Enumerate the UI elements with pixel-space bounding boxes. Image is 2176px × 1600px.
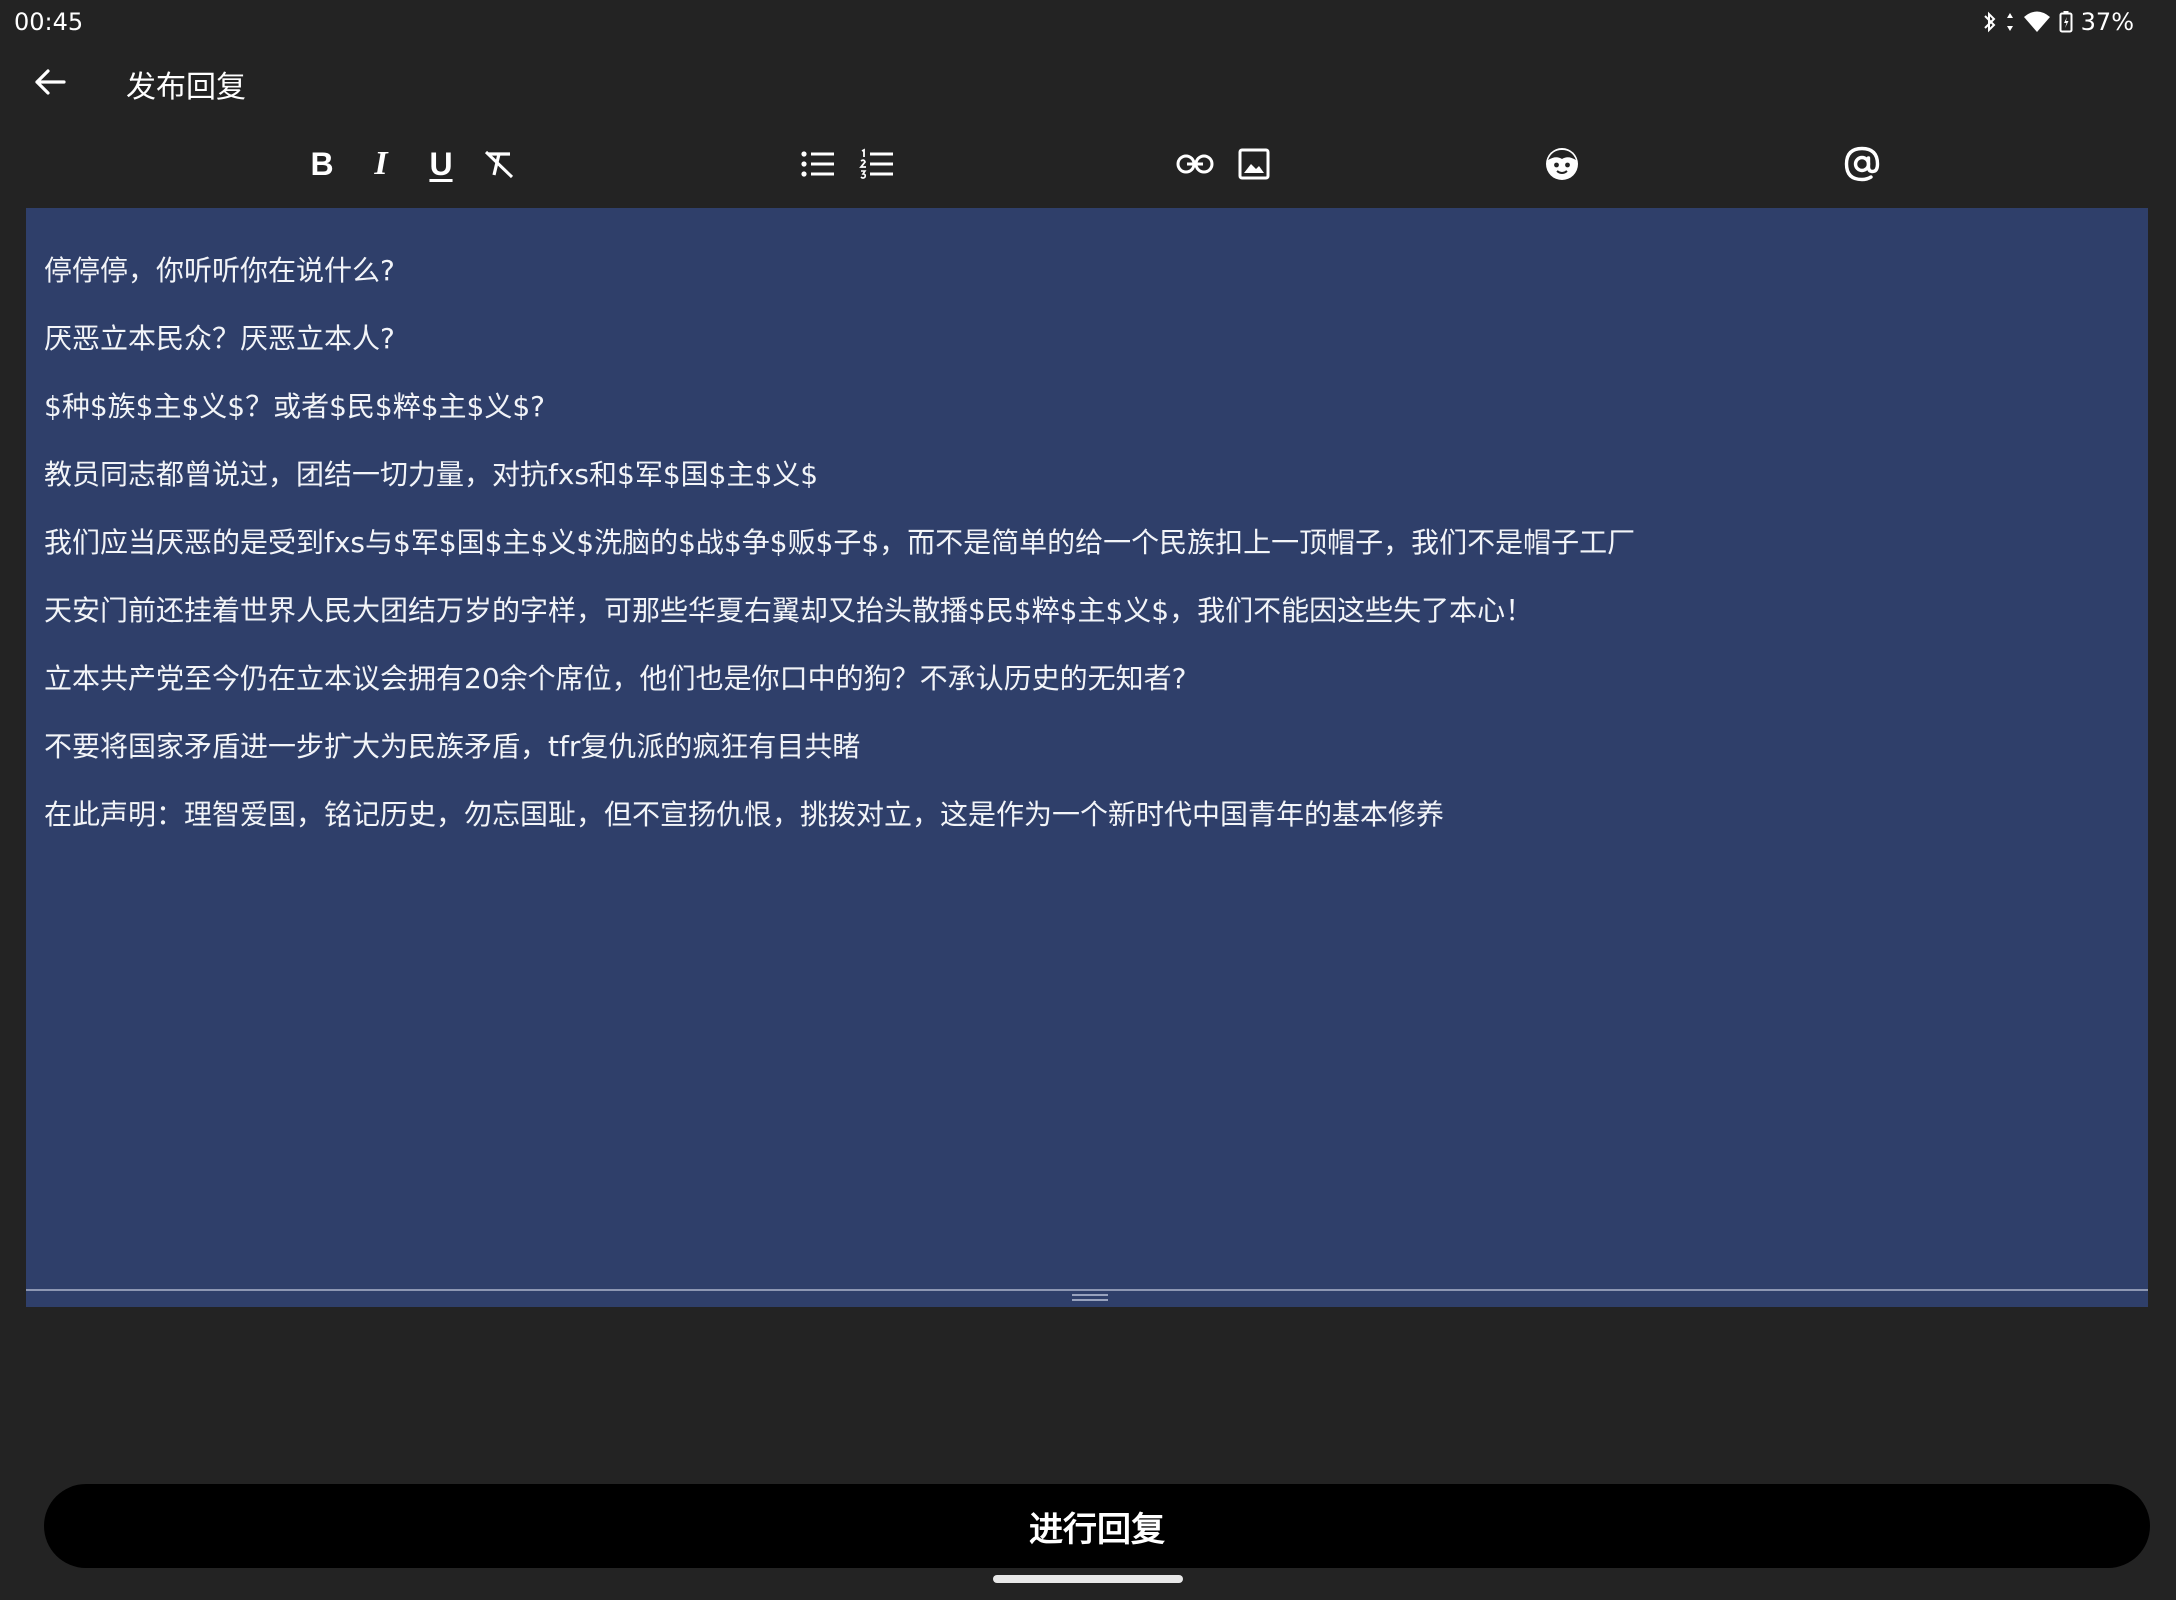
arrow-left-icon [34, 68, 66, 100]
battery-percent: 37% [2080, 8, 2134, 36]
bullet-list-button[interactable] [790, 134, 846, 194]
underline-button[interactable]: U [413, 134, 469, 194]
editor-paragraph: 厌恶立本民众？厌恶立本人? [44, 322, 395, 355]
clear-format-icon [482, 147, 516, 181]
italic-icon: I [374, 145, 388, 182]
wifi-icon [2023, 10, 2051, 34]
editor-paragraph: 停停停，你听听你在说什么? [44, 254, 395, 287]
link-icon [1176, 153, 1214, 175]
battery-icon [2059, 10, 2073, 34]
underline-icon: U [429, 145, 453, 182]
italic-button[interactable]: I [353, 134, 409, 194]
editor-divider [26, 1289, 2148, 1291]
at-sign-icon [1843, 145, 1881, 183]
bold-icon: B [310, 145, 334, 182]
insert-image-button[interactable] [1226, 134, 1282, 194]
data-arrows-icon [2005, 10, 2015, 34]
editor-paragraph: 我们应当厌恶的是受到fxs与$军$国$主$义$洗脑的$战$争$贩$子$，而不是简… [44, 526, 1636, 559]
bold-button[interactable]: B [294, 134, 350, 194]
editor-paragraph: 教员同志都曾说过，团结一切力量，对抗fxs和$军$国$主$义$ [44, 458, 819, 491]
editor-paragraph: 在此声明：理智爱国，铭记历史，勿忘国耻，但不宣扬仇恨，挑拨对立，这是作为一个新时… [44, 798, 1445, 831]
formatting-toolbar: B I U [0, 134, 2176, 194]
emoji-button[interactable] [1534, 134, 1590, 194]
status-time: 00:45 [14, 8, 84, 36]
numbered-list-icon [859, 148, 895, 180]
editor-paragraph: $种$族$主$义$？或者$民$粹$主$义$? [44, 390, 546, 423]
mention-button[interactable] [1834, 134, 1890, 194]
status-bar: 00:45 37% [0, 0, 2176, 44]
editor-content[interactable]: 停停停，你听听你在说什么? 厌恶立本民众？厌恶立本人? $种$族$主$义$？或者… [44, 254, 2128, 866]
emoji-face-icon [1544, 146, 1580, 182]
editor-paragraph: 天安门前还挂着世界人民大团结万岁的字样，可那些华夏右翼却又抬头散播$民$粹$主$… [44, 594, 1534, 627]
editor-paragraph: 不要将国家矛盾进一步扩大为民族矛盾，tfr复仇派的疯狂有目共睹 [44, 730, 861, 763]
app-bar: 发布回复 [0, 44, 2176, 124]
image-icon [1238, 148, 1270, 180]
numbered-list-button[interactable] [849, 134, 905, 194]
back-button[interactable] [0, 44, 100, 124]
page-title: 发布回复 [126, 70, 246, 105]
bullet-list-icon [800, 148, 836, 180]
bluetooth-icon [1983, 10, 1997, 34]
gesture-nav-handle[interactable] [993, 1575, 1183, 1583]
clear-format-button[interactable] [471, 134, 527, 194]
status-icons: 37% [1983, 8, 2134, 36]
editor-paragraph: 立本共产党至今仍在立本议会拥有20余个席位，他们也是你口中的狗？不承认历史的无知… [44, 662, 1187, 695]
insert-link-button[interactable] [1167, 134, 1223, 194]
submit-reply-button[interactable]: 进行回复 [44, 1484, 2150, 1568]
reply-editor[interactable]: 停停停，你听听你在说什么? 厌恶立本民众？厌恶立本人? $种$族$主$义$？或者… [26, 208, 2148, 1307]
editor-resize-handle[interactable] [1072, 1294, 1108, 1304]
